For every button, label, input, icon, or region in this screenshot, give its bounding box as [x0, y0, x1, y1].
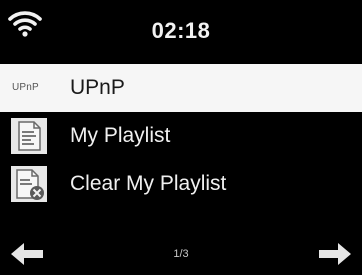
arrow-right-icon[interactable] — [318, 242, 352, 266]
menu-item-clear-my-playlist[interactable]: Clear My Playlist — [0, 160, 362, 208]
menu-list: UPnP UPnP My Playlist Clear My Playlist — [0, 64, 362, 208]
clock-time: 02:18 — [151, 18, 211, 43]
menu-item-label: My Playlist — [70, 124, 171, 147]
menu-item-label: Clear My Playlist — [70, 172, 227, 195]
menu-item-my-playlist[interactable]: My Playlist — [0, 112, 362, 160]
playlist-icon — [11, 118, 47, 154]
footer-bar: 1/3 — [0, 234, 362, 275]
menu-item-upnp[interactable]: UPnP UPnP — [0, 64, 362, 112]
menu-item-label: UPnP — [70, 76, 125, 99]
page-indicator: 1/3 — [173, 248, 189, 260]
clear-playlist-icon — [11, 166, 47, 202]
status-bar: 02:18 — [0, 0, 362, 64]
device-screen: 02:18 UPnP UPnP My Playlist Clear My Pla… — [0, 0, 362, 275]
upnp-logo-icon: UPnP — [12, 82, 39, 93]
